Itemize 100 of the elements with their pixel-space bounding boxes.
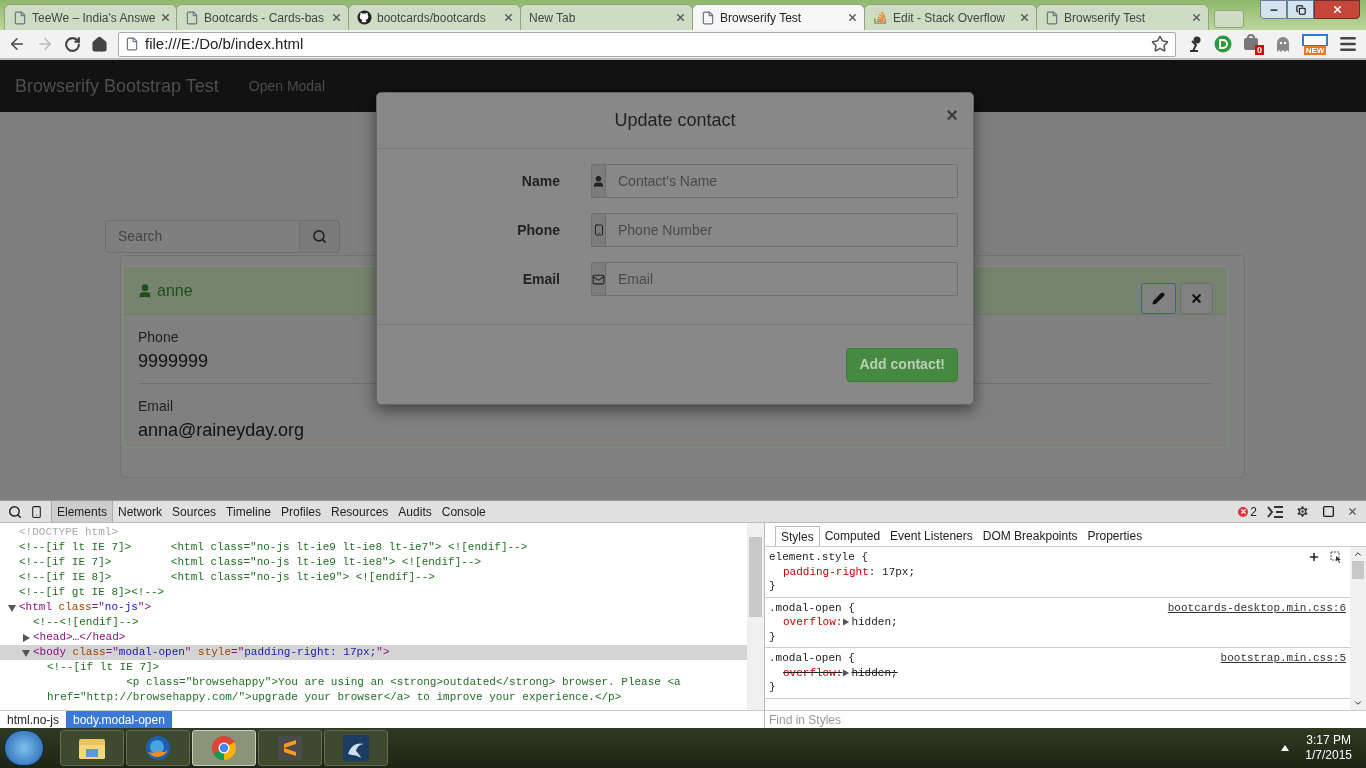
- back-icon[interactable]: [8, 35, 26, 53]
- browser-tab[interactable]: Bootcards - Cards-bas: [176, 4, 349, 30]
- scroll-up-icon[interactable]: [1353, 549, 1363, 559]
- css-declaration[interactable]: overflow: hidden;: [783, 615, 898, 630]
- taskbar-app[interactable]: [258, 730, 322, 766]
- error-count[interactable]: 2: [1250, 502, 1257, 521]
- dom-line[interactable]: <body class="modal-open" style="padding-right: 17px;">: [33, 645, 398, 660]
- source-link[interactable]: bootcards-desktop.min.css:6: [1167, 600, 1346, 615]
- add-rule-icon[interactable]: [1308, 551, 1320, 564]
- browser-tab[interactable]: Browserify Test: [1036, 4, 1209, 30]
- dock-icon[interactable]: [1322, 505, 1335, 518]
- search-field[interactable]: Search: [105, 220, 300, 253]
- close-icon[interactable]: [331, 12, 342, 23]
- star-icon[interactable]: [1151, 35, 1169, 53]
- scroll-down-icon[interactable]: [1353, 698, 1363, 708]
- dom-line[interactable]: <p class="browsehappy">You are using an <strong>outdated</strong> browser. Please <a href="http://browsehappy.com/">upgrade your browser</a> to improve your experience.</p>: [47, 675, 747, 705]
- sidebar-tab[interactable]: Properties: [1082, 526, 1148, 546]
- close-icon[interactable]: [847, 12, 858, 23]
- taskbar-app[interactable]: [60, 730, 124, 766]
- monitor-icon[interactable]: [1302, 33, 1328, 46]
- edit-button[interactable]: [1141, 283, 1176, 314]
- reload-icon[interactable]: [64, 35, 81, 53]
- start-button[interactable]: [4, 730, 44, 766]
- browser-tab[interactable]: New Tab: [520, 4, 693, 30]
- devtools-tab[interactable]: Console: [436, 501, 491, 522]
- dom-line[interactable]: <!--[if gt IE 8]><!-->: [19, 585, 173, 600]
- browser-tab[interactable]: bootcards/bootcards: [348, 4, 521, 30]
- scroll-thumb[interactable]: [1352, 561, 1364, 579]
- close-icon[interactable]: [675, 12, 686, 23]
- clock-time[interactable]: 3:17 PM: [1306, 733, 1351, 748]
- expand-triangle-icon[interactable]: [843, 618, 851, 626]
- input-field[interactable]: Phone Number: [606, 213, 958, 247]
- tray-arrow-icon[interactable]: [1281, 745, 1290, 751]
- home-icon[interactable]: [91, 35, 108, 53]
- scrollbar[interactable]: [747, 523, 764, 710]
- devtools-tab[interactable]: Elements: [51, 501, 114, 522]
- dom-line[interactable]: <html class="no-js">: [19, 600, 160, 615]
- dom-line[interactable]: <!--[if IE 7]> <html class="no-js lt-ie9 lt-ie8"> <![endif]-->: [19, 555, 490, 570]
- input-field[interactable]: Contact's Name: [606, 164, 958, 198]
- css-declaration[interactable]: padding-right: 17px;: [783, 564, 916, 579]
- dom-line[interactable]: <head>…</head>: [33, 630, 134, 645]
- dom-row[interactable]: <body class="modal-open" style="padding-right: 17px;">: [0, 645, 747, 660]
- console-drawer-icon[interactable]: [1267, 505, 1283, 518]
- devtools-tab[interactable]: Profiles: [276, 501, 326, 522]
- dom-row[interactable]: <head>…</head>: [0, 630, 747, 645]
- dom-row[interactable]: <html class="no-js">: [0, 600, 747, 615]
- delete-button[interactable]: [1180, 283, 1213, 314]
- devtools-tab[interactable]: Resources: [326, 501, 394, 522]
- sidebar-tab[interactable]: Event Listeners: [885, 526, 978, 546]
- browser-tab[interactable]: Browserify Test: [692, 4, 865, 30]
- letter-circle-icon[interactable]: [1214, 35, 1232, 53]
- css-declaration[interactable]: overflow: hidden;: [783, 665, 898, 680]
- address-bar[interactable]: file:///E:/Do/b/index.html: [118, 31, 1176, 57]
- close-icon[interactable]: [160, 12, 172, 23]
- expanded-triangle-icon[interactable]: [8, 604, 16, 612]
- devtools-tab[interactable]: Network: [113, 501, 168, 522]
- minimize-button[interactable]: [1260, 0, 1287, 19]
- dom-line[interactable]: <!--<![endif]-->: [33, 615, 147, 630]
- close-window-button[interactable]: [1314, 0, 1360, 19]
- sidebar-tab[interactable]: Computed: [819, 526, 886, 546]
- error-icon[interactable]: [1238, 506, 1249, 517]
- scrollbar[interactable]: [1350, 547, 1366, 710]
- source-link[interactable]: bootstrap.min.css:5: [1220, 651, 1346, 666]
- close-icon[interactable]: [1019, 12, 1030, 23]
- input-field[interactable]: Email: [606, 262, 958, 296]
- menu-icon[interactable]: [1338, 34, 1358, 54]
- browser-tab[interactable]: Edit - Stack Overflow: [864, 4, 1037, 30]
- close-icon[interactable]: [1347, 506, 1358, 517]
- shopping-bag-icon[interactable]: [1242, 33, 1260, 51]
- dom-line[interactable]: <!--[if lt IE 7]>: [47, 660, 168, 675]
- close-icon[interactable]: [503, 12, 514, 23]
- inspect-search-icon[interactable]: [8, 504, 22, 519]
- breadcrumb[interactable]: body.modal-open: [66, 711, 172, 728]
- devtools-tab[interactable]: Sources: [167, 501, 222, 522]
- devtools-tab[interactable]: Timeline: [221, 501, 276, 522]
- settings-icon[interactable]: [1295, 504, 1310, 519]
- search-button[interactable]: [300, 220, 340, 253]
- taskbar-app[interactable]: [126, 730, 190, 766]
- restore-button[interactable]: [1287, 0, 1314, 19]
- expanded-triangle-icon[interactable]: [22, 649, 30, 657]
- devtools-tab[interactable]: Audits: [393, 501, 437, 522]
- taskbar-app[interactable]: [324, 730, 388, 766]
- collapsed-triangle-icon[interactable]: [22, 634, 30, 642]
- element-state-icon[interactable]: [1330, 551, 1342, 564]
- browser-tab[interactable]: TeeWe – India's Answe: [4, 4, 177, 30]
- sidebar-tab[interactable]: Styles: [775, 526, 820, 546]
- expand-triangle-icon[interactable]: [843, 668, 851, 677]
- page-icon: [701, 10, 715, 25]
- stack-icon: [873, 10, 888, 25]
- ghost-icon[interactable]: [1274, 35, 1292, 53]
- sidebar-tab[interactable]: DOM Breakpoints: [977, 526, 1083, 546]
- scroll-thumb[interactable]: [749, 537, 762, 617]
- dom-line[interactable]: <!--[if IE 8]> <html class="no-js lt-ie9"> <![endif]-->: [19, 570, 443, 585]
- breadcrumb[interactable]: html.no-js: [0, 711, 66, 728]
- close-icon: [1190, 292, 1203, 305]
- clock-date[interactable]: 1/7/2015: [1305, 748, 1352, 763]
- device-icon[interactable]: [30, 504, 43, 519]
- chrome-icon: [210, 734, 238, 762]
- close-icon[interactable]: [1191, 12, 1202, 23]
- dom-line[interactable]: <!--[if lt IE 7]> <html class="no-js lt-ie9 lt-ie8 lt-ie7"> <![endif]-->: [19, 540, 536, 555]
